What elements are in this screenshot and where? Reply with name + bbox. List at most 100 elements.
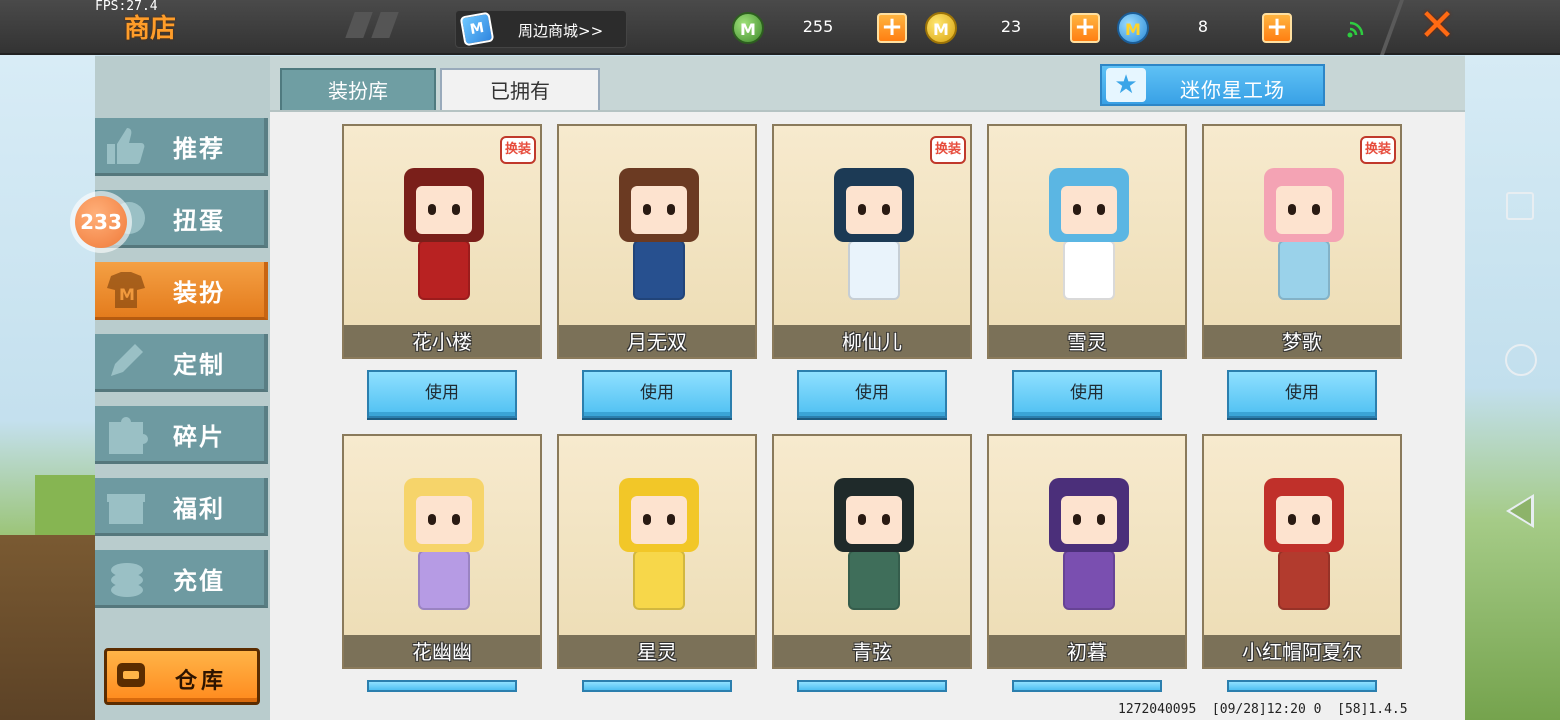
character-figure [609,146,709,311]
use-button[interactable]: 使用 [367,680,517,692]
character-eye [1312,514,1320,525]
sidebar-item-outfit[interactable]: M 装扮 [95,262,268,320]
character-card[interactable]: 换装 柳仙儿 [772,124,972,359]
pencil-icon [111,344,143,376]
character-eye [428,204,436,215]
add-mini-coin-button[interactable]: + [1070,13,1100,43]
badge-count: 233 [75,196,127,248]
sidebar-item-label: 福利 [173,495,225,523]
star-coin-icon: M [1117,12,1149,44]
character-name: 雪灵 [1067,330,1107,354]
character-eye [667,514,675,525]
use-button[interactable]: 使用 [797,680,947,692]
chest-icon [117,663,145,687]
sidebar-item-label: 定制 [173,351,225,379]
sidebar-item-fragments[interactable]: 碎片 [95,406,268,464]
mini-star-factory-button[interactable]: ★ 迷你星工场 [1100,64,1325,106]
add-star-coin-button[interactable]: + [1262,13,1292,43]
character-card[interactable]: 雪灵 [987,124,1187,359]
character-eye [452,514,460,525]
add-mini-bean-button[interactable]: + [877,13,907,43]
close-button[interactable]: ✕ [1415,4,1459,48]
use-button[interactable]: 使用 [1012,680,1162,692]
character-eye [858,514,866,525]
character-face [846,496,902,544]
character-outfit [1278,550,1330,610]
sidebar-item-recommend[interactable]: 推荐 [95,118,268,176]
character-outfit [633,550,685,610]
gift-icon [107,494,145,524]
character-card[interactable]: 星灵 [557,434,757,669]
character-name: 小红帽阿夏尔 [1242,640,1362,664]
use-button[interactable]: 使用 [1012,370,1162,418]
character-outfit [1063,550,1115,610]
character-card[interactable]: 换装 梦歌 [1202,124,1402,359]
character-eye [882,514,890,525]
dirt-block [0,535,95,720]
sidebar-item-recharge[interactable]: 充值 [95,550,268,608]
character-face [416,496,472,544]
character-outfit [418,550,470,610]
mini-coin-icon: M [925,12,957,44]
page-title: 商店 [124,14,177,44]
character-figure [824,146,924,311]
character-face [631,496,687,544]
sidebar-item-label: 装扮 [173,279,225,307]
merch-mall-button[interactable]: M 周边商城>> [455,10,627,48]
merch-mall-label: 周边商城>> [518,22,604,40]
character-card[interactable]: 青弦 [772,434,972,669]
sidebar-item-custom[interactable]: 定制 [95,334,268,392]
character-figure [1039,146,1139,311]
use-button[interactable]: 使用 [797,370,947,418]
sidebar-item-welfare[interactable]: 福利 [95,478,268,536]
character-figure [824,456,924,621]
character-eye [428,514,436,525]
sidebar: 推荐 扭蛋 M 装扮 定制 碎片 福利 充值 233 仓库 [70,56,270,720]
warehouse-button[interactable]: 仓库 [104,648,260,705]
currency-value: 255 [802,17,834,36]
character-face [416,186,472,234]
use-button[interactable]: 使用 [582,370,732,418]
character-figure [1254,146,1354,311]
use-button[interactable]: 使用 [1227,680,1377,692]
shop-panel: 推荐 扭蛋 M 装扮 定制 碎片 福利 充值 233 仓库 装扮库 已拥有 ★ … [70,56,1465,720]
currency-value: 23 [1000,17,1022,36]
character-card[interactable]: 花幽幽 [342,434,542,669]
character-eye [882,204,890,215]
tab-outfit-library[interactable]: 装扮库 [280,68,436,112]
home-icon[interactable] [1505,344,1537,376]
back-icon[interactable] [1506,494,1534,528]
mini-bean-icon: M [732,12,764,44]
character-figure [609,456,709,621]
use-button[interactable]: 使用 [1227,370,1377,418]
recent-apps-icon[interactable] [1506,192,1534,220]
character-face [631,186,687,234]
character-figure [394,456,494,621]
character-face [1276,496,1332,544]
background-scenery-left [0,55,95,720]
signal-icon [1347,21,1364,38]
character-face [1061,186,1117,234]
character-name: 花小楼 [412,330,472,354]
character-name: 星灵 [637,640,677,664]
background-scenery-right [1465,55,1560,720]
puzzle-icon [109,417,148,454]
character-eye [1288,204,1296,215]
shopping-bag-icon: M [459,11,495,47]
thumbs-up-icon [107,128,145,164]
svg-text:M: M [119,285,135,304]
sidebar-item-label: 推荐 [173,135,225,163]
character-card[interactable]: 换装花小楼 [342,124,542,359]
use-button[interactable]: 使用 [582,680,732,692]
use-button[interactable]: 使用 [367,370,517,418]
character-card[interactable]: 初暮 [987,434,1187,669]
tab-owned[interactable]: 已拥有 [440,68,600,114]
character-name: 月无双 [627,330,687,354]
character-card[interactable]: 小红帽阿夏尔 [1202,434,1402,669]
change-outfit-tag: 换装 [500,136,536,164]
outfit-grid: 换装花小楼使用月无双使用换装柳仙儿使用雪灵使用换装梦歌使用花幽幽使用星灵使用青弦… [270,110,1465,720]
character-card[interactable]: 月无双 [557,124,757,359]
character-eye [1097,204,1105,215]
character-face [1061,496,1117,544]
version-info: 1272040095 [09/28]12:20 0 [58]1.4.5 [1118,702,1408,717]
